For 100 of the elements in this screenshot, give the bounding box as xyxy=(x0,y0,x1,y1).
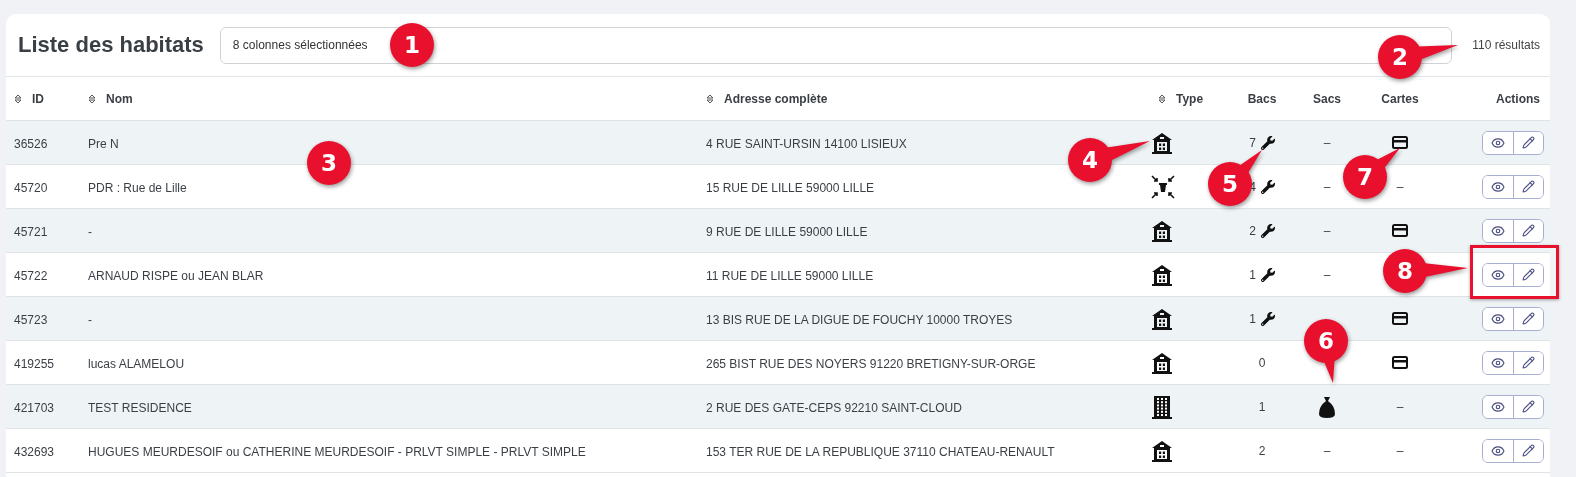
table-cell: Pre N xyxy=(88,136,119,151)
result-count: 110 résultats xyxy=(1472,38,1540,52)
table-cell: 2 RUE DES GATE-CEPS 92210 SAINT-CLOUD xyxy=(706,400,962,415)
column-header[interactable]: Type xyxy=(1176,91,1204,106)
sort-icon[interactable] xyxy=(706,93,714,104)
edit-button[interactable] xyxy=(1513,307,1543,330)
edit-button[interactable] xyxy=(1513,131,1543,154)
table-cell: 153 TER RUE DE LA REPUBLIQUE 37110 CHATEAU-RENAULT xyxy=(706,444,1055,459)
pencil-icon xyxy=(1522,400,1535,413)
view-button[interactable] xyxy=(1483,395,1513,418)
column-header[interactable]: Nom xyxy=(106,91,133,106)
edit-button[interactable] xyxy=(1513,219,1543,242)
eye-icon xyxy=(1491,311,1505,326)
edit-button[interactable] xyxy=(1513,439,1543,462)
pencil-icon xyxy=(1522,136,1535,149)
table-cell: 45721 xyxy=(14,224,48,239)
table-cell: 11 RUE DE LILLE 59000 LILLE xyxy=(706,268,874,283)
building-icon xyxy=(1151,394,1173,419)
card-icon xyxy=(1392,136,1408,149)
house-icon xyxy=(1151,439,1173,462)
card-icon xyxy=(1392,312,1408,325)
table-cell: – xyxy=(1323,443,1331,458)
callout-badge: 1 xyxy=(390,23,434,67)
table-cell: 13 BIS RUE DE LA DIGUE DE FOUCHY 10000 TROYES xyxy=(706,312,1013,327)
eye-icon xyxy=(1491,223,1505,238)
eye-icon xyxy=(1491,135,1505,150)
pencil-icon xyxy=(1522,224,1535,237)
table-cell: – xyxy=(1396,399,1404,414)
pencil-icon xyxy=(1522,268,1535,281)
table-cell: HUGUES MEURDESOIF ou CATHERINE MEURDESOIF - PRLVT SIMPLE - PRLVT SIMPLE xyxy=(88,444,586,459)
sort-icon[interactable] xyxy=(1158,93,1166,104)
column-header[interactable]: ID xyxy=(32,91,44,106)
table-cell: 45723 xyxy=(14,312,48,327)
table-cell: 1 xyxy=(1249,267,1256,282)
sort-icon[interactable] xyxy=(14,93,22,104)
table-cell: – xyxy=(1323,179,1331,194)
house-icon xyxy=(1151,351,1173,374)
table-cell: 2 xyxy=(1249,223,1256,238)
table-cell: 45720 xyxy=(14,180,48,195)
edit-button[interactable] xyxy=(1513,175,1543,198)
view-button[interactable] xyxy=(1483,131,1513,154)
trash-bag-icon xyxy=(1318,395,1336,418)
wrench-icon xyxy=(1260,223,1275,238)
table-cell: - xyxy=(88,312,92,327)
sort-icon[interactable] xyxy=(88,93,96,104)
house-icon xyxy=(1151,263,1173,286)
table-cell: – xyxy=(1396,443,1404,458)
column-header: Bacs xyxy=(1247,91,1277,106)
pencil-icon xyxy=(1522,312,1535,325)
card-icon xyxy=(1392,224,1408,237)
table-cell: – xyxy=(1323,135,1331,150)
table-cell: 36526 xyxy=(14,136,48,151)
table-cell: 419255 xyxy=(14,356,55,371)
eye-icon xyxy=(1491,355,1505,370)
table-cell: ARNAUD RISPE ou JEAN BLAR xyxy=(88,268,264,283)
table-cell: 1 xyxy=(1258,399,1266,414)
table-cell: 2 xyxy=(1258,443,1266,458)
compactor-icon xyxy=(1151,174,1175,199)
table-cell: TEST RESIDENCE xyxy=(88,400,192,415)
callout-badge: 3 xyxy=(307,141,351,185)
view-button[interactable] xyxy=(1483,219,1513,242)
wrench-icon xyxy=(1260,267,1275,282)
pencil-icon xyxy=(1522,356,1535,369)
table-cell: 1 xyxy=(1249,311,1256,326)
table-cell: 7 xyxy=(1249,135,1256,150)
card-icon xyxy=(1392,356,1408,369)
edit-button[interactable] xyxy=(1513,351,1543,374)
pencil-icon xyxy=(1522,180,1535,193)
eye-icon xyxy=(1491,443,1505,458)
house-icon xyxy=(1151,307,1173,330)
edit-button[interactable] xyxy=(1513,395,1543,418)
table-cell: 4 RUE SAINT-URSIN 14100 LISIEUX xyxy=(706,136,907,151)
eye-icon xyxy=(1491,399,1505,414)
table-cell: - xyxy=(88,224,92,239)
column-header[interactable]: Adresse complète xyxy=(724,91,828,106)
edit-button[interactable] xyxy=(1513,263,1543,286)
table-cell: 421703 xyxy=(14,400,55,415)
table-cell: lucas ALAMELOU xyxy=(88,356,185,371)
column-header: Sacs xyxy=(1313,91,1341,106)
table-cell: 265 BIST RUE DES NOYERS 91220 BRETIGNY-SUR-ORGE xyxy=(706,356,1036,371)
eye-icon xyxy=(1491,179,1505,194)
house-icon xyxy=(1151,131,1173,154)
pencil-icon xyxy=(1522,444,1535,457)
table-cell: PDR : Rue de Lille xyxy=(88,180,187,195)
table-cell: 15 RUE DE LILLE 59000 LILLE xyxy=(706,180,875,195)
table-cell: – xyxy=(1323,267,1331,282)
house-icon xyxy=(1151,219,1173,242)
view-button[interactable] xyxy=(1483,307,1513,330)
wrench-icon xyxy=(1260,311,1275,326)
wrench-icon xyxy=(1260,135,1275,150)
table-cell: 9 RUE DE LILLE 59000 LILLE xyxy=(706,224,868,239)
column-header: Cartes xyxy=(1381,91,1419,106)
page-title: Liste des habitats xyxy=(18,32,204,58)
column-header: Actions xyxy=(1496,91,1540,106)
table-cell: – xyxy=(1323,223,1331,238)
wrench-icon xyxy=(1260,179,1275,194)
table-cell: 432693 xyxy=(14,444,55,459)
eye-icon xyxy=(1491,267,1505,282)
table-cell: 0 xyxy=(1258,355,1266,370)
table-cell: 45722 xyxy=(14,268,48,283)
